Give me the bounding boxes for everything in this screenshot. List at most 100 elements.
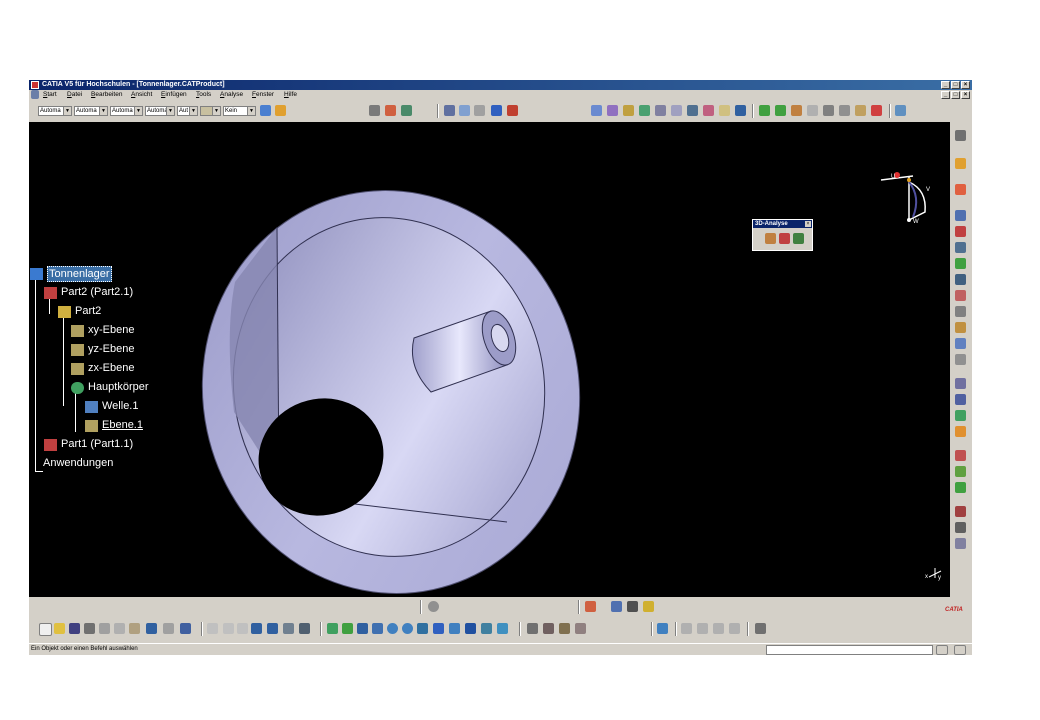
copy-format-icon[interactable] [275,105,286,116]
hide-show-icon[interactable] [481,623,492,634]
catalog-part-icon[interactable] [559,623,570,634]
publication-icon[interactable] [955,538,966,549]
measure-between-icon[interactable] [444,105,455,116]
fix-icon[interactable] [855,105,866,116]
compass-widget[interactable] [880,172,926,222]
line-color-combo[interactable]: Automa ▼ [74,106,108,116]
open-folder-icon[interactable] [54,623,65,634]
loft-icon[interactable] [719,105,730,116]
plane-icon[interactable] [71,363,84,375]
distance-icon[interactable] [955,410,966,421]
fly-mode-icon[interactable] [327,623,338,634]
catalog-browser-icon[interactable] [283,623,294,634]
part-instance-icon[interactable] [44,439,57,451]
union-trim-icon[interactable] [729,623,740,634]
close-button[interactable]: × [961,81,970,89]
menu-analyse[interactable]: Analyse [220,91,243,99]
annotation-icon[interactable] [955,426,966,437]
tree-yz-plane[interactable]: yz-Ebene [88,342,134,356]
save-icon[interactable] [69,623,80,634]
stiffener-icon[interactable] [703,105,714,116]
doc-minimize-button[interactable]: _ [941,91,950,99]
menu-datei[interactable]: Datei [67,91,82,99]
shading-icon[interactable] [465,623,476,634]
scene-icon[interactable] [955,466,966,477]
close-icon[interactable]: × [805,221,811,227]
doc-restore-button[interactable]: □ [951,91,960,99]
menu-einfuegen[interactable]: Einfügen [161,91,187,99]
sketch-icon[interactable] [385,105,396,116]
light-icon[interactable] [643,601,654,612]
clash-icon[interactable] [955,378,966,389]
boolean-icon[interactable] [681,623,692,634]
explode-icon[interactable] [895,105,906,116]
swap-visible-icon[interactable] [497,623,508,634]
tree-main-body[interactable]: Hauptkörper [88,380,149,394]
update-all-icon[interactable] [575,623,586,634]
product-icon[interactable] [30,268,43,280]
part-instance-icon[interactable] [44,287,57,299]
table-icon[interactable] [401,105,412,116]
menu-hilfe[interactable]: Hilfe [284,91,297,99]
thickness-analysis-icon[interactable] [793,233,804,244]
menu-start[interactable]: Start [43,91,57,99]
zoom-out-icon[interactable] [402,623,413,634]
zoom-in-icon[interactable] [387,623,398,634]
new-part-icon[interactable] [955,226,966,237]
hole-icon[interactable] [655,105,666,116]
tree-part1-instance[interactable]: Part1 (Part1.1) [61,437,133,451]
tree-root-tonnenlager[interactable]: Tonnenlager [47,266,112,282]
command-option-icon[interactable] [954,645,966,655]
measure-item-icon[interactable] [459,105,470,116]
tree-applications[interactable]: Anwendungen [43,456,113,470]
document-icon[interactable] [31,90,39,99]
swap-icon[interactable] [611,601,622,612]
graph-tree-icon[interactable] [955,274,966,285]
slot-icon[interactable] [687,105,698,116]
bom-icon[interactable] [955,482,966,493]
command-input[interactable] [766,645,933,655]
printer-setup-icon[interactable] [755,623,766,634]
analysis-toolbar-title[interactable]: 3D-Analyse [753,220,812,228]
layer-combo[interactable]: Kein ▼ [223,106,256,116]
formula-icon[interactable] [207,623,218,634]
minimize-button[interactable]: _ [941,81,950,89]
pad-icon[interactable] [591,105,602,116]
multi-view-icon[interactable] [433,623,444,634]
menu-ansicht[interactable]: Ansicht [131,91,152,99]
explode-icon[interactable] [955,506,966,517]
pocket-icon[interactable] [607,105,618,116]
shaft-feature-icon[interactable] [85,401,98,413]
analysis-icon[interactable] [491,105,502,116]
constraint-icon[interactable] [807,105,818,116]
numbering-icon[interactable] [955,306,966,317]
existing-component-icon[interactable] [955,242,966,253]
fast-multi-icon[interactable] [955,338,966,349]
tree-plane-1[interactable]: Ebene.1 [102,418,143,432]
line-weight-combo[interactable]: Automa ▼ [145,106,175,116]
tree-part2-instance[interactable]: Part2 (Part2.1) [61,285,133,299]
plane-icon[interactable] [71,325,84,337]
cut-icon[interactable] [99,623,110,634]
pan-icon[interactable] [357,623,368,634]
print-icon[interactable] [84,623,95,634]
rotate-view-icon[interactable] [372,623,383,634]
body-icon[interactable] [71,382,84,394]
table-design-icon[interactable] [251,623,262,634]
curvature-analysis-icon[interactable] [779,233,790,244]
snap-icon[interactable] [791,105,802,116]
weld-icon[interactable] [955,450,966,461]
plane-create-icon[interactable] [657,623,668,634]
new-file-icon[interactable] [39,623,52,636]
doc-close-button[interactable]: × [961,91,970,99]
paste-icon[interactable] [129,623,140,634]
insert-component-icon[interactable] [955,210,966,221]
fill-color-combo[interactable]: Automa ▼ [38,106,72,116]
comment-icon[interactable] [223,623,234,634]
fit-all-icon[interactable] [342,623,353,634]
draft-analysis-icon[interactable] [765,233,776,244]
sectioning-icon[interactable] [955,394,966,405]
catia-app-icon[interactable] [31,81,39,89]
rib-icon[interactable] [671,105,682,116]
paintbrush-icon[interactable] [260,105,271,116]
